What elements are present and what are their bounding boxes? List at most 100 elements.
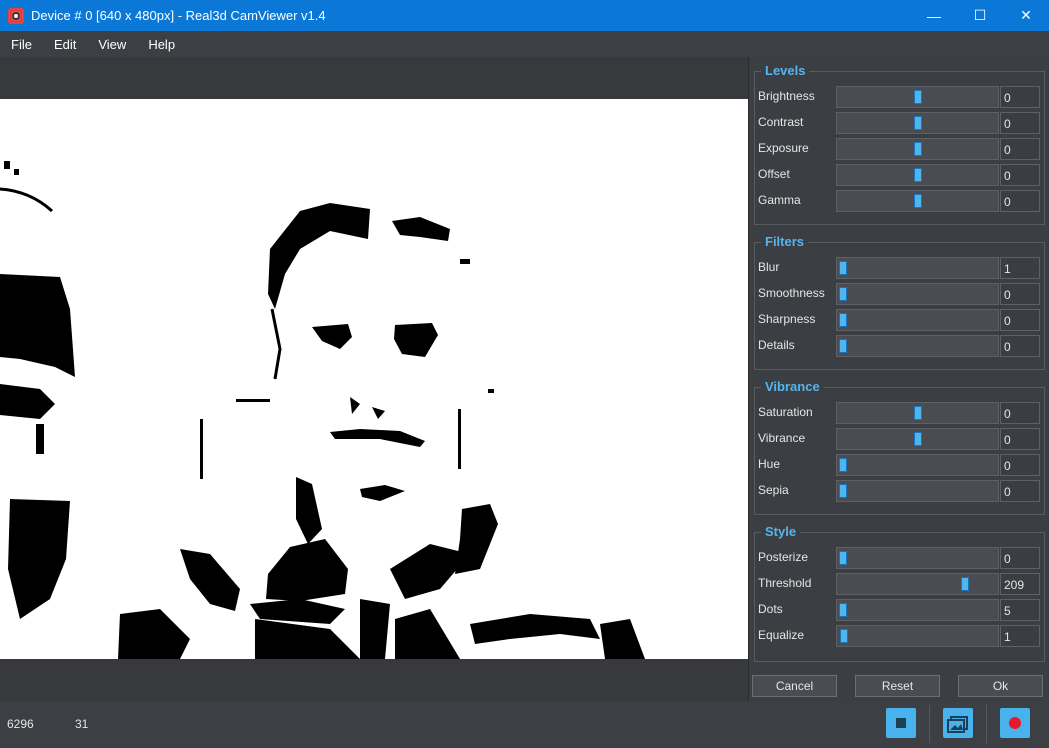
sepia-thumb[interactable]: [839, 484, 847, 498]
saturation-label: Saturation: [758, 405, 813, 419]
brightness-thumb[interactable]: [913, 90, 922, 104]
exposure-slider[interactable]: [836, 138, 999, 160]
ok-button[interactable]: Ok: [958, 675, 1043, 697]
style-title: Style: [761, 524, 801, 539]
contrast-row: Contrast 0: [755, 110, 1046, 136]
threshold-row: Threshold 209: [755, 571, 1046, 597]
menu-view[interactable]: View: [87, 37, 137, 52]
dots-thumb[interactable]: [839, 603, 847, 617]
menu-file[interactable]: File: [0, 37, 43, 52]
gamma-slider[interactable]: [836, 190, 999, 212]
details-label: Details: [758, 338, 795, 352]
sharpness-value[interactable]: 0: [1000, 309, 1040, 331]
blur-slider[interactable]: [836, 257, 999, 279]
levels-group: Levels Brightness 0 Contrast 0 Exposure …: [754, 63, 1046, 225]
dots-slider[interactable]: [836, 599, 999, 621]
dots-value[interactable]: 5: [1000, 599, 1040, 621]
sepia-value[interactable]: 0: [1000, 480, 1040, 502]
saturation-slider[interactable]: [836, 402, 999, 424]
offset-value[interactable]: 0: [1000, 164, 1040, 186]
smoothness-slider[interactable]: [836, 283, 999, 305]
saturation-row: Saturation 0: [755, 400, 1046, 426]
offset-slider[interactable]: [836, 164, 999, 186]
stop-button[interactable]: [886, 708, 916, 738]
saturation-thumb[interactable]: [913, 406, 922, 420]
contrast-value[interactable]: 0: [1000, 112, 1040, 134]
style-group: Style Posterize 0 Threshold 209 Dots 5 E…: [754, 524, 1046, 662]
gamma-label: Gamma: [758, 193, 801, 207]
smoothness-value[interactable]: 0: [1000, 283, 1040, 305]
close-button[interactable]: ✕: [1003, 0, 1049, 31]
equalize-thumb[interactable]: [840, 629, 849, 643]
title-bar: Device # 0 [640 x 480px] - Real3d CamVie…: [0, 0, 1049, 31]
hue-value[interactable]: 0: [1000, 454, 1040, 476]
sharpness-row: Sharpness 0: [755, 307, 1046, 333]
menu-bar: File Edit View Help: [0, 31, 1049, 57]
threshold-thumb[interactable]: [961, 577, 970, 591]
vibrance-thumb[interactable]: [913, 432, 922, 446]
blur-thumb[interactable]: [839, 261, 847, 275]
exposure-label: Exposure: [758, 141, 809, 155]
blur-label: Blur: [758, 260, 780, 274]
threshold-slider[interactable]: [836, 573, 999, 595]
saturation-value[interactable]: 0: [1000, 402, 1040, 424]
contrast-slider[interactable]: [836, 112, 999, 134]
hue-thumb[interactable]: [839, 458, 847, 472]
sepia-row: Sepia 0: [755, 478, 1046, 504]
hue-slider[interactable]: [836, 454, 999, 476]
equalize-label: Equalize: [758, 628, 805, 642]
sepia-slider[interactable]: [836, 480, 999, 502]
minimize-button[interactable]: —: [911, 0, 957, 31]
exposure-thumb[interactable]: [913, 142, 922, 156]
blur-value[interactable]: 1: [1000, 257, 1040, 279]
status-right-value: 31: [75, 717, 89, 731]
snapshot-button[interactable]: [943, 708, 973, 738]
equalize-value[interactable]: 1: [1000, 625, 1040, 647]
adjustment-panel: Levels Brightness 0 Contrast 0 Exposure …: [749, 57, 1049, 701]
vibrance-label: Vibrance: [758, 431, 806, 445]
offset-thumb[interactable]: [913, 168, 922, 182]
gamma-row: Gamma 0: [755, 188, 1046, 214]
app-window: Device # 0 [640 x 480px] - Real3d CamVie…: [0, 0, 1049, 748]
vibrance-group: Vibrance Saturation 0 Vibrance 0 Hue 0 S…: [754, 379, 1046, 515]
sharpness-slider[interactable]: [836, 309, 999, 331]
status-bar: 6296 31: [0, 701, 1049, 748]
posterize-label: Posterize: [758, 550, 809, 564]
menu-help[interactable]: Help: [137, 37, 186, 52]
sharpness-thumb[interactable]: [839, 313, 847, 327]
dots-label: Dots: [758, 602, 783, 616]
threshold-value[interactable]: 209: [1000, 573, 1040, 595]
sepia-label: Sepia: [758, 483, 789, 497]
record-icon: [1009, 717, 1021, 729]
smoothness-row: Smoothness 0: [755, 281, 1046, 307]
gamma-value[interactable]: 0: [1000, 190, 1040, 212]
vibrance-slider[interactable]: [836, 428, 999, 450]
smoothness-thumb[interactable]: [839, 287, 847, 301]
brightness-value[interactable]: 0: [1000, 86, 1040, 108]
contrast-thumb[interactable]: [913, 116, 922, 130]
equalize-row: Equalize 1: [755, 623, 1046, 649]
equalize-slider[interactable]: [836, 625, 999, 647]
gamma-thumb[interactable]: [913, 194, 922, 208]
posterize-slider[interactable]: [836, 547, 999, 569]
contrast-label: Contrast: [758, 115, 804, 129]
cancel-button[interactable]: Cancel: [752, 675, 837, 697]
posterize-thumb[interactable]: [839, 551, 847, 565]
image-icon: [947, 716, 968, 733]
maximize-button[interactable]: ☐: [957, 0, 1003, 31]
details-thumb[interactable]: [839, 339, 847, 353]
details-value[interactable]: 0: [1000, 335, 1040, 357]
exposure-value[interactable]: 0: [1000, 138, 1040, 160]
vibrance-title: Vibrance: [761, 379, 824, 394]
menu-edit[interactable]: Edit: [43, 37, 87, 52]
vibrance-value[interactable]: 0: [1000, 428, 1040, 450]
filters-title: Filters: [761, 234, 809, 249]
reset-button[interactable]: Reset: [855, 675, 940, 697]
record-button[interactable]: [1000, 708, 1030, 738]
camera-preview[interactable]: [0, 99, 748, 659]
brightness-label: Brightness: [758, 89, 815, 103]
details-slider[interactable]: [836, 335, 999, 357]
hue-row: Hue 0: [755, 452, 1046, 478]
brightness-slider[interactable]: [836, 86, 999, 108]
posterize-value[interactable]: 0: [1000, 547, 1040, 569]
